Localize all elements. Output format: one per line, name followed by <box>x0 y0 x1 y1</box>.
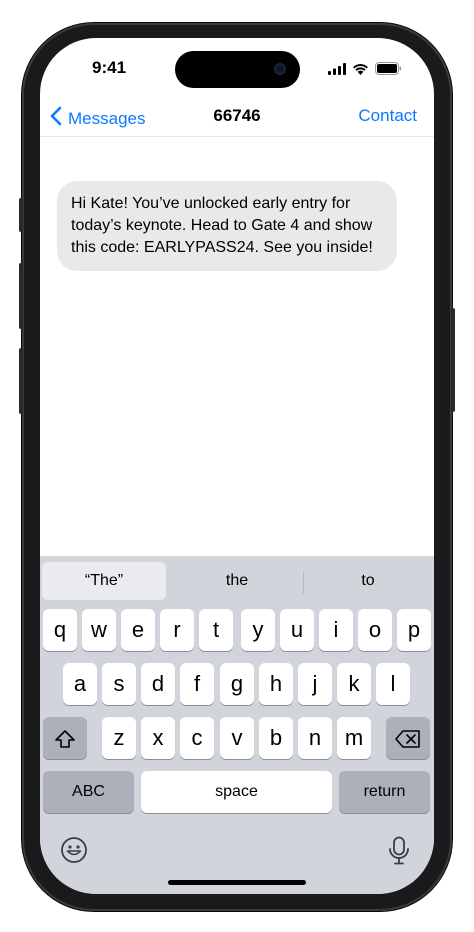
suggestion-item[interactable]: the <box>171 562 303 600</box>
key-y[interactable]: y <box>241 609 275 651</box>
key-o[interactable]: o <box>358 609 392 651</box>
chevron-left-icon <box>50 106 62 131</box>
return-key[interactable]: return <box>339 771 430 813</box>
key-s[interactable]: s <box>102 663 136 705</box>
key-f[interactable]: f <box>180 663 214 705</box>
key-u[interactable]: u <box>280 609 314 651</box>
key-b[interactable]: b <box>259 717 293 759</box>
key-x[interactable]: x <box>141 717 175 759</box>
cellular-signal-icon <box>328 62 346 80</box>
microphone-icon <box>388 836 410 870</box>
dictation-button[interactable] <box>388 836 410 871</box>
key-l[interactable]: l <box>376 663 410 705</box>
battery-icon <box>375 62 402 80</box>
key-d[interactable]: d <box>141 663 175 705</box>
key-m[interactable]: m <box>337 717 371 759</box>
key-c[interactable]: c <box>180 717 214 759</box>
navigation-bar: Messages 66746 Contact <box>40 100 434 137</box>
home-indicator[interactable] <box>168 880 306 885</box>
status-icons <box>328 62 402 80</box>
key-w[interactable]: w <box>82 609 116 651</box>
back-button-label: Messages <box>68 108 146 128</box>
emoji-button[interactable] <box>60 836 88 869</box>
key-q[interactable]: q <box>43 609 77 651</box>
incoming-message-bubble[interactable]: Hi Kate! You’ve unlocked early entry for… <box>57 181 397 271</box>
action-button <box>19 198 23 232</box>
emoji-icon <box>60 837 88 868</box>
key-p[interactable]: p <box>397 609 431 651</box>
keyboard: “The” the to q w e r t y u i o p a s d f… <box>40 556 434 894</box>
contact-button[interactable]: Contact <box>358 106 417 126</box>
volume-up-button <box>19 263 23 329</box>
key-k[interactable]: k <box>337 663 371 705</box>
space-key[interactable]: space <box>141 771 332 813</box>
delete-icon <box>395 725 421 750</box>
status-time: 9:41 <box>92 58 127 77</box>
dynamic-island <box>175 51 300 88</box>
volume-down-button <box>19 348 23 414</box>
suggestion-item[interactable]: to <box>304 562 432 600</box>
key-g[interactable]: g <box>220 663 254 705</box>
key-t[interactable]: t <box>199 609 233 651</box>
key-v[interactable]: v <box>220 717 254 759</box>
abc-key[interactable]: ABC <box>43 771 134 813</box>
key-z[interactable]: z <box>102 717 136 759</box>
key-r[interactable]: r <box>160 609 194 651</box>
back-button[interactable]: Messages <box>50 106 145 131</box>
key-j[interactable]: j <box>298 663 332 705</box>
screen: 9:41 Messages 66746 Contact Hi Kate! You… <box>40 38 434 894</box>
key-e[interactable]: e <box>121 609 155 651</box>
key-n[interactable]: n <box>298 717 332 759</box>
key-i[interactable]: i <box>319 609 353 651</box>
front-camera <box>274 63 286 75</box>
suggestion-item[interactable]: “The” <box>42 562 166 600</box>
delete-key[interactable] <box>386 717 430 759</box>
predictive-text-bar: “The” the to <box>40 562 434 602</box>
wifi-icon <box>352 62 369 80</box>
shift-key[interactable] <box>43 717 87 759</box>
key-a[interactable]: a <box>63 663 97 705</box>
shift-icon <box>54 725 76 750</box>
key-h[interactable]: h <box>259 663 293 705</box>
power-button <box>451 308 455 412</box>
